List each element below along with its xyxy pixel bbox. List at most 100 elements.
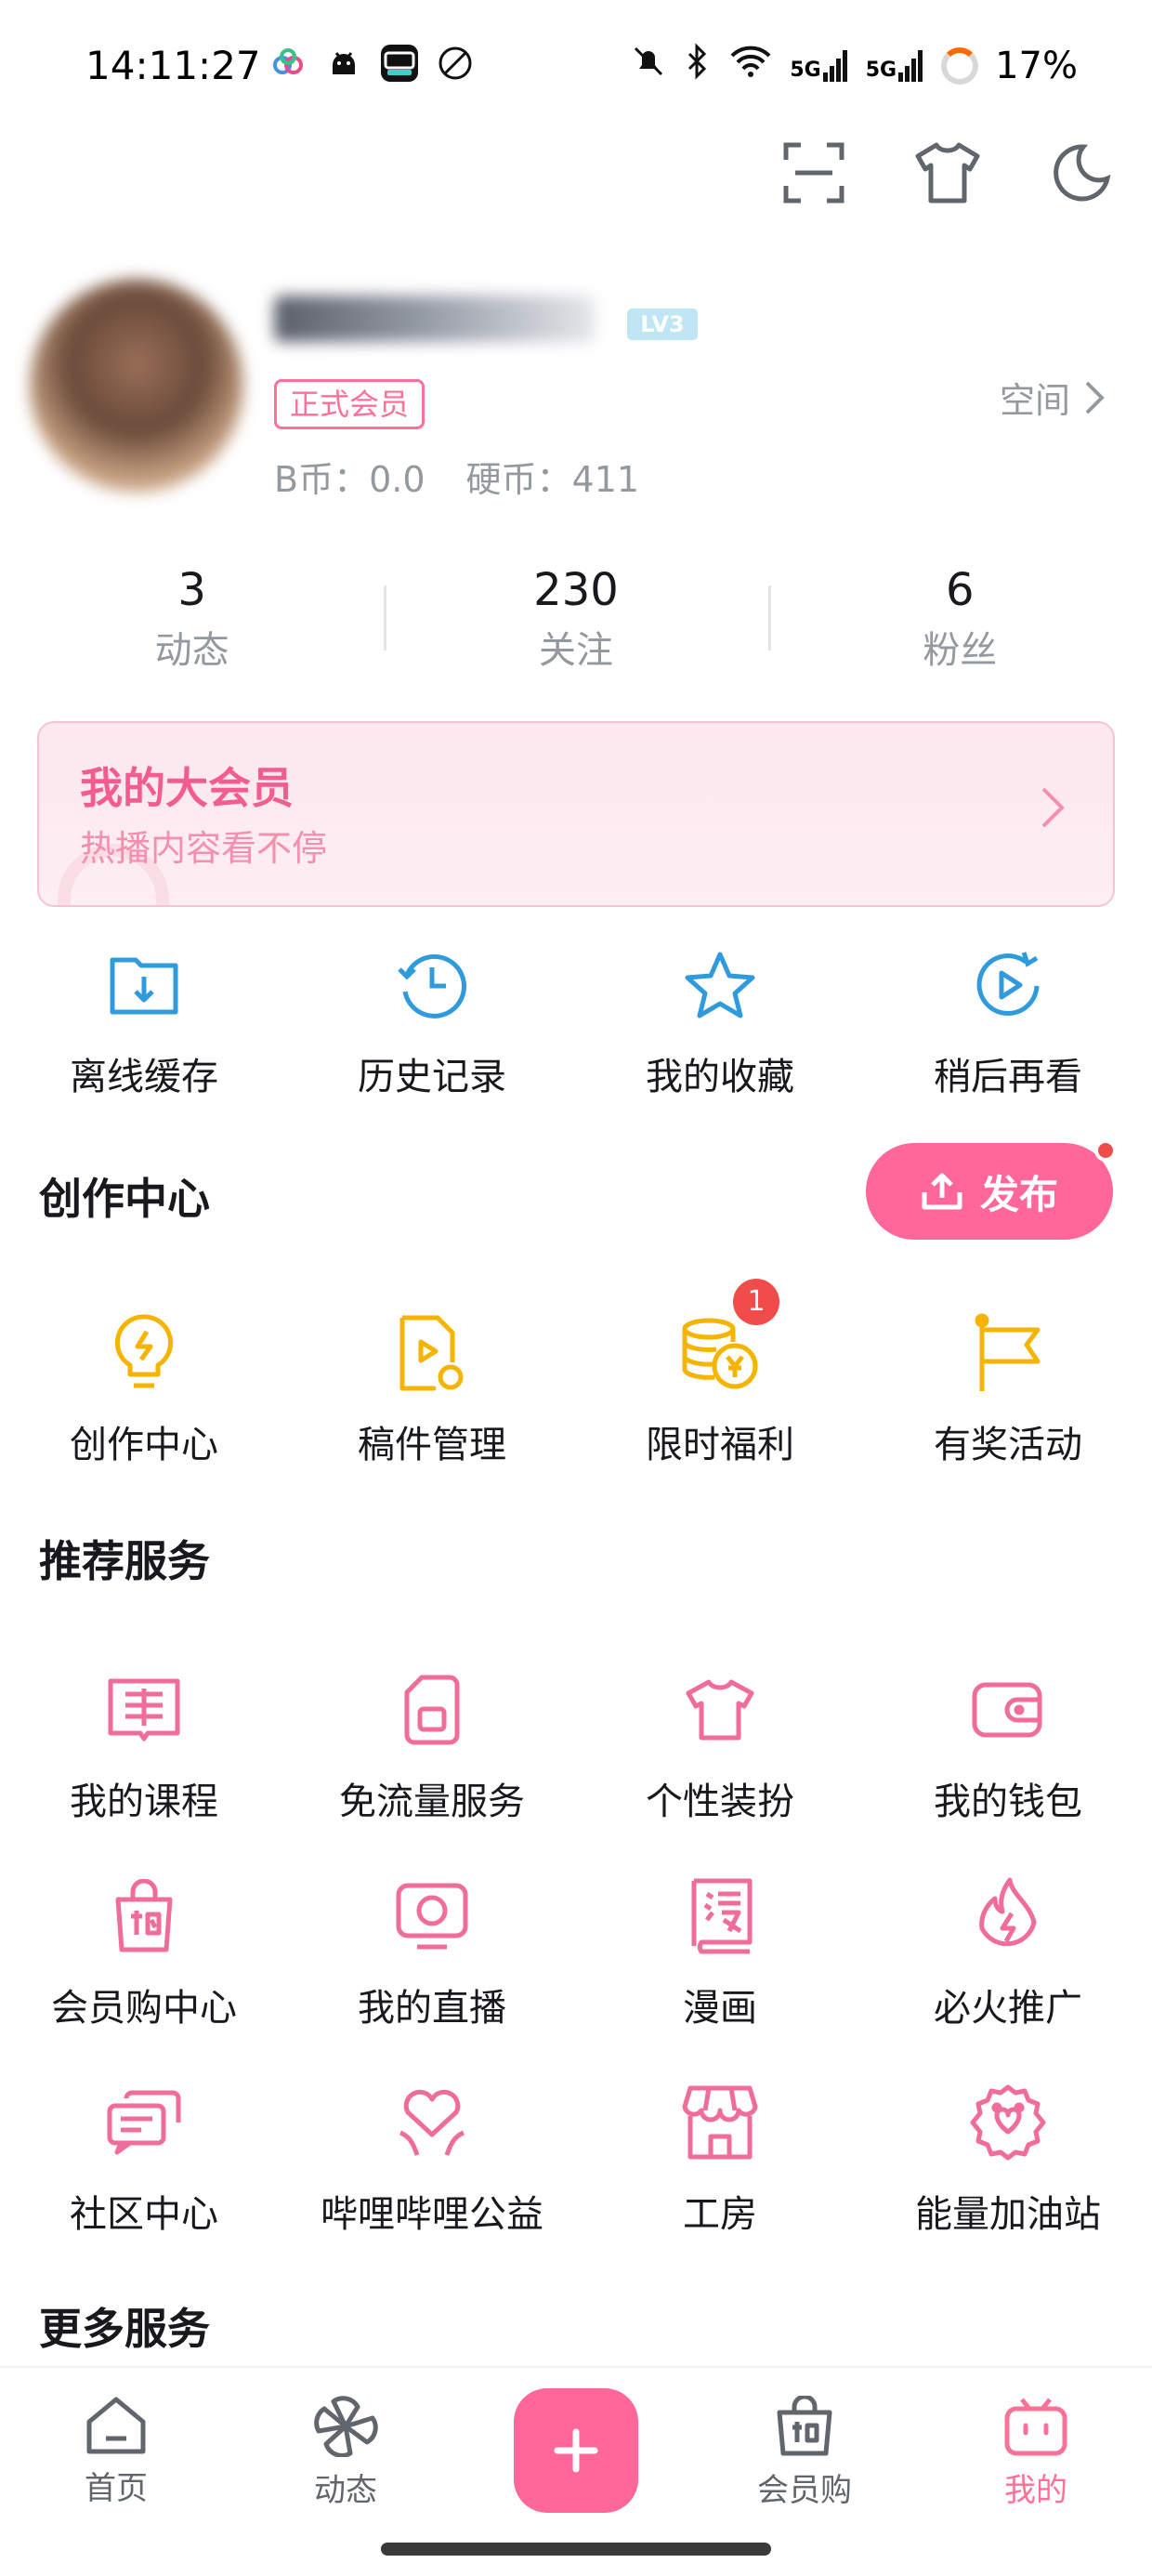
quick-label: 离线缓存	[70, 1056, 218, 1098]
quick-watch-later[interactable]: 稍后再看	[864, 927, 1152, 1132]
nav-member-shop[interactable]: 会员购	[730, 2396, 879, 2510]
service-label: 会员购中心	[51, 1987, 237, 2030]
quick-label: 历史记录	[358, 1056, 506, 1098]
service-label: 必火推广	[934, 1987, 1082, 2030]
publish-label: 发布	[979, 1171, 1058, 1217]
stat-label: 关注	[538, 629, 613, 672]
sim-card-icon	[386, 1663, 478, 1756]
service-label: 社区中心	[70, 2193, 218, 2236]
wifi-icon	[728, 43, 773, 89]
username-blurred[interactable]	[274, 296, 595, 342]
night-mode-icon[interactable]	[1048, 139, 1115, 206]
service-label: 我的钱包	[934, 1781, 1082, 1823]
vip-banner[interactable]: 我的大会员 热播内容看不停	[37, 721, 1115, 907]
upload-icon	[922, 1173, 962, 1210]
service-label: 能量加油站	[915, 2193, 1101, 2236]
more-section-title: 更多服务	[39, 2304, 210, 2354]
service-community-center[interactable]: 社区中心	[0, 2065, 288, 2271]
stat-following[interactable]: 230 关注	[384, 558, 767, 678]
storefront-icon	[674, 2076, 766, 2169]
nav-label: 我的	[1004, 2472, 1067, 2509]
create-button[interactable]	[514, 2388, 638, 2513]
scan-icon[interactable]	[780, 139, 847, 206]
nav-label: 首页	[85, 2470, 148, 2507]
level-badge: LV3	[627, 309, 698, 340]
nav-home[interactable]: 首页	[42, 2396, 190, 2508]
app-android-icon	[325, 45, 362, 82]
service-label: 我的直播	[358, 1987, 506, 2030]
stat-followers[interactable]: 6 粉丝	[767, 558, 1152, 678]
badge-count: 1	[733, 1279, 779, 1325]
profile-stats: 3 动态 230 关注 6 粉丝	[0, 558, 1152, 678]
hard-coin-balance: 硬币：411	[465, 459, 640, 500]
service-hot-promotion[interactable]: 必火推广	[864, 1859, 1152, 2065]
quick-history[interactable]: 历史记录	[288, 927, 576, 1132]
reward-activities[interactable]: 有奖活动	[864, 1295, 1152, 1500]
service-free-data[interactable]: 免流量服务	[288, 1652, 576, 1859]
signal-5g-label-2: 5G	[865, 59, 897, 82]
service-label: 个性装扮	[646, 1781, 794, 1823]
nav-mine[interactable]: 我的	[962, 2396, 1110, 2510]
app-dewu-icon	[381, 45, 418, 82]
nav-label: 动态	[314, 2472, 377, 2509]
battery-icon	[941, 47, 979, 85]
service-charity[interactable]: 哔哩哔哩公益	[288, 2065, 576, 2271]
quick-offline-cache[interactable]: 离线缓存	[0, 927, 288, 1132]
service-my-live[interactable]: 我的直播	[288, 1859, 576, 2065]
space-link[interactable]: 空间	[1000, 372, 1106, 423]
manga-book-icon	[674, 1870, 766, 1963]
limited-benefits[interactable]: 1 限时福利	[576, 1279, 864, 1500]
lightbulb-icon	[98, 1307, 190, 1400]
nav-dynamics[interactable]: 动态	[271, 2396, 420, 2510]
stat-dynamics[interactable]: 3 动态	[0, 558, 384, 678]
top-actions	[780, 139, 1115, 206]
creator-label: 有奖活动	[934, 1424, 1082, 1466]
publish-button[interactable]: 发布	[866, 1139, 1117, 1240]
chevron-right-icon	[1041, 787, 1065, 828]
quick-actions: 离线缓存 历史记录 我的收藏 稍后再看	[0, 927, 1152, 1132]
pinwheel-icon	[314, 2396, 378, 2457]
quick-favorites[interactable]: 我的收藏	[576, 927, 864, 1132]
vip-subtitle: 热播内容看不停	[80, 828, 328, 869]
avatar[interactable]	[30, 279, 243, 493]
status-app-icons	[269, 45, 474, 82]
signal-5g-icon-2: 5G	[866, 50, 924, 82]
fire-icon	[962, 1870, 1054, 1963]
history-clock-icon	[386, 939, 478, 1032]
chevron-right-icon	[1085, 381, 1105, 414]
creator-tools: 创作中心 稿件管理 1 限时福利 有奖活动	[0, 1279, 1152, 1500]
service-member-shop[interactable]: 会员购中心	[0, 1859, 288, 2065]
service-manga[interactable]: 漫画	[576, 1859, 864, 2065]
manuscript-management[interactable]: 稿件管理	[288, 1295, 576, 1500]
service-label: 工房	[683, 2193, 757, 2236]
services-section-title: 推荐服务	[39, 1536, 210, 1586]
creator-center-entry[interactable]: 创作中心	[0, 1295, 288, 1500]
mute-icon	[630, 43, 667, 89]
member-badge[interactable]: 正式会员	[274, 379, 425, 429]
service-workshop[interactable]: 工房	[576, 2065, 864, 2271]
service-energy-station[interactable]: 能量加油站	[864, 2065, 1152, 2271]
shirt-icon	[674, 1663, 766, 1756]
watch-later-icon	[962, 939, 1054, 1032]
home-indicator[interactable]	[381, 2543, 771, 2556]
services-grid: 我的课程 免流量服务 个性装扮 我的钱包 会员购中心 我的直播 漫画 必火推广 …	[0, 1652, 1152, 2271]
service-dress-up[interactable]: 个性装扮	[576, 1652, 864, 1859]
service-wallet[interactable]: 我的钱包	[864, 1652, 1152, 1859]
download-folder-icon	[98, 939, 190, 1032]
stat-value: 230	[533, 564, 619, 616]
service-my-courses[interactable]: 我的课程	[0, 1652, 288, 1859]
shopping-bag-icon	[98, 1870, 190, 1963]
shirt-icon[interactable]	[914, 139, 981, 206]
notification-dot	[1094, 1139, 1117, 1162]
quick-label: 稍后再看	[934, 1056, 1082, 1098]
status-indicators: 5G 5G 17%	[630, 43, 1078, 89]
bluetooth-icon	[684, 43, 712, 89]
signal-5g-label: 5G	[790, 59, 821, 82]
course-book-icon	[98, 1663, 190, 1756]
quick-label: 我的收藏	[646, 1056, 794, 1098]
chat-bubbles-icon	[98, 2076, 190, 2169]
coin-balances: B币：0.0 硬币：411	[274, 451, 639, 502]
status-time: 14:11:27	[85, 43, 261, 88]
coins-icon: 1	[674, 1279, 779, 1400]
stat-label: 动态	[154, 629, 229, 672]
